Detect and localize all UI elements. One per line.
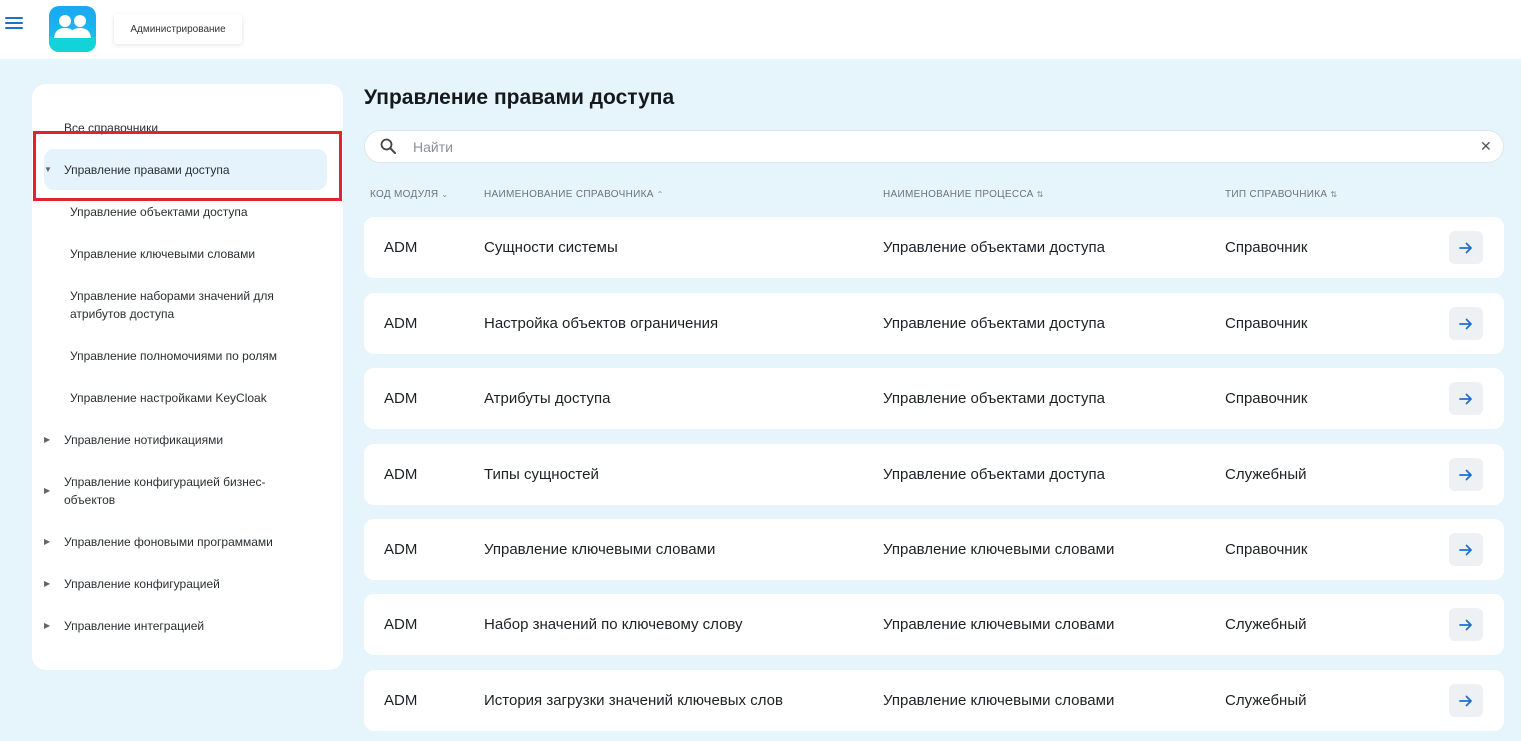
hamburger-menu-icon[interactable] — [3, 14, 25, 34]
sidebar-item-value-sets[interactable]: Управление наборами значений для атрибут… — [70, 287, 310, 323]
open-row-button[interactable] — [1449, 533, 1483, 566]
cell-directory-name: История загрузки значений ключевых слов — [484, 692, 783, 709]
cell-directory-type: Служебный — [1225, 466, 1307, 483]
open-row-button[interactable] — [1449, 307, 1483, 340]
arrow-right-icon — [1459, 242, 1472, 253]
cell-module-code: ADM — [384, 390, 418, 407]
sort-chevron-down-icon: ⌄ — [441, 190, 449, 199]
column-header-directory-name[interactable]: НАИМЕНОВАНИЕ СПРАВОЧНИКА ⌃ — [484, 189, 664, 200]
open-row-button[interactable] — [1449, 608, 1483, 641]
sidebar-item-label: Управление полномочиями по ролям — [70, 349, 277, 363]
table-row[interactable]: ADM Настройка объектов ограничения Управ… — [364, 293, 1504, 354]
open-row-button[interactable] — [1449, 382, 1483, 415]
sidebar-item-all-directories[interactable]: Все справочники — [64, 119, 158, 137]
caret-down-icon[interactable]: ▼ — [44, 161, 52, 179]
sidebar-item-label: Управление настройками KeyCloak — [70, 391, 267, 405]
cell-directory-name: Набор значений по ключевому слову — [484, 616, 743, 633]
sidebar-item-configuration[interactable]: ▶ Управление конфигурацией — [44, 575, 220, 593]
search-icon — [380, 138, 396, 154]
cell-directory-type: Служебный — [1225, 692, 1307, 709]
search-bar[interactable] — [364, 130, 1504, 163]
sidebar-item-role-permissions[interactable]: Управление полномочиями по ролям — [70, 347, 277, 365]
top-bar: Администрирование — [0, 0, 1521, 59]
app-logo-icon[interactable] — [49, 6, 96, 52]
cell-directory-type: Справочник — [1225, 315, 1308, 332]
sidebar-item-label: Управление конфигурацией — [64, 577, 220, 591]
cell-process-name: Управление ключевыми словами — [883, 616, 1115, 633]
cell-module-code: ADM — [384, 541, 418, 558]
sidebar-item-keycloak[interactable]: Управление настройками KeyCloak — [70, 389, 267, 407]
cell-directory-type: Справочник — [1225, 541, 1308, 558]
cell-directory-name: Типы сущностей — [484, 466, 599, 483]
cell-module-code: ADM — [384, 239, 418, 256]
clear-search-icon[interactable]: ✕ — [1480, 139, 1492, 153]
sidebar: Все справочники ▼ Управление правами дос… — [32, 84, 343, 670]
table-row[interactable]: ADM Атрибуты доступа Управление объектам… — [364, 368, 1504, 429]
sidebar-item-background-programs[interactable]: ▶ Управление фоновыми программами — [44, 533, 273, 551]
app-tab-administration[interactable]: Администрирование — [114, 14, 242, 44]
arrow-right-icon — [1459, 619, 1472, 630]
sidebar-item-label: Все справочники — [64, 121, 159, 135]
arrow-right-icon — [1459, 544, 1472, 555]
arrow-right-icon — [1459, 393, 1472, 404]
cell-process-name: Управление объектами доступа — [883, 315, 1105, 332]
sidebar-item-access-objects[interactable]: Управление объектами доступа — [70, 203, 248, 221]
arrow-right-icon — [1459, 469, 1472, 480]
table-row[interactable]: ADM История загрузки значений ключевых с… — [364, 670, 1504, 731]
cell-directory-name: Управление ключевыми словами — [484, 541, 716, 558]
cell-process-name: Управление объектами доступа — [883, 390, 1105, 407]
cell-directory-name: Настройка объектов ограничения — [484, 315, 719, 332]
sidebar-item-label: Управление ключевыми словами — [70, 247, 256, 261]
cell-module-code: ADM — [384, 466, 418, 483]
search-input[interactable] — [413, 137, 1453, 157]
arrow-right-icon — [1459, 318, 1472, 329]
cell-directory-type: Справочник — [1225, 390, 1308, 407]
sidebar-item-label: Управление фоновыми программами — [64, 535, 273, 549]
sidebar-item-label: Управление правами доступа — [64, 163, 230, 177]
page-title: Управление правами доступа — [364, 86, 675, 109]
cell-directory-name: Атрибуты доступа — [484, 390, 611, 407]
caret-right-icon[interactable]: ▶ — [44, 533, 50, 551]
open-row-button[interactable] — [1449, 684, 1483, 717]
sidebar-item-label: Управление интеграцией — [64, 619, 205, 633]
caret-right-icon[interactable]: ▶ — [44, 575, 50, 593]
sidebar-item-integration[interactable]: ▶ Управление интеграцией — [44, 617, 205, 635]
column-header-directory-type[interactable]: ТИП СПРАВОЧНИКА ⇅ — [1225, 189, 1337, 200]
cell-process-name: Управление ключевыми словами — [883, 541, 1115, 558]
cell-module-code: ADM — [384, 315, 418, 332]
sidebar-item-access-rights[interactable]: ▼ Управление правами доступа — [44, 161, 230, 179]
arrow-right-icon — [1459, 695, 1472, 706]
sidebar-item-label: Управление объектами доступа — [70, 205, 248, 219]
open-row-button[interactable] — [1449, 458, 1483, 491]
caret-right-icon[interactable]: ▶ — [44, 617, 50, 635]
table-row[interactable]: ADM Управление ключевыми словами Управле… — [364, 519, 1504, 580]
cell-process-name: Управление ключевыми словами — [883, 692, 1115, 709]
table-row[interactable]: ADM Типы сущностей Управление объектами … — [364, 444, 1504, 505]
cell-module-code: ADM — [384, 616, 418, 633]
sort-both-icon: ⇅ — [1036, 190, 1044, 199]
cell-process-name: Управление объектами доступа — [883, 239, 1105, 256]
sort-both-icon: ⇅ — [1330, 190, 1338, 199]
table-row[interactable]: ADM Набор значений по ключевому слову Уп… — [364, 594, 1504, 655]
cell-process-name: Управление объектами доступа — [883, 466, 1105, 483]
cell-directory-name: Сущности системы — [484, 239, 618, 256]
column-header-module-code[interactable]: КОД МОДУЛЯ ⌄ — [370, 189, 448, 200]
sort-chevron-up-icon: ⌃ — [656, 190, 664, 199]
open-row-button[interactable] — [1449, 231, 1483, 264]
table-row[interactable]: ADM Сущности системы Управление объектам… — [364, 217, 1504, 278]
sidebar-item-notifications[interactable]: ▶ Управление нотификациями — [44, 431, 224, 449]
sidebar-item-label: Управление конфигурацией бизнес-объектов — [64, 475, 266, 507]
sidebar-item-label: Управление нотификациями — [64, 433, 224, 447]
cell-directory-type: Служебный — [1225, 616, 1307, 633]
cell-directory-type: Справочник — [1225, 239, 1308, 256]
sidebar-item-keywords[interactable]: Управление ключевыми словами — [70, 245, 255, 263]
cell-module-code: ADM — [384, 692, 418, 709]
sidebar-item-business-objects[interactable]: ▶ Управление конфигурацией бизнес-объект… — [44, 473, 289, 509]
column-header-process-name[interactable]: НАИМЕНОВАНИЕ ПРОЦЕССА ⇅ — [883, 189, 1044, 200]
caret-right-icon[interactable]: ▶ — [44, 431, 50, 449]
sidebar-item-label: Управление наборами значений для атрибут… — [70, 289, 274, 321]
caret-right-icon[interactable]: ▶ — [44, 482, 50, 500]
